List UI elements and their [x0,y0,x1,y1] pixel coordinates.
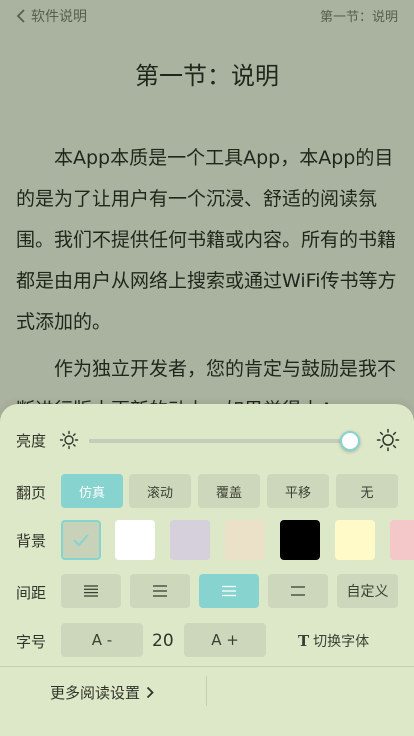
font-icon: T [298,632,310,650]
background-swatch-pink[interactable] [390,520,414,560]
brightness-slider-fill [89,439,349,443]
background-swatch-black[interactable] [280,520,320,560]
brightness-slider-thumb[interactable] [340,431,361,451]
font-size-value: 20 [152,631,174,651]
spacing-option-compact[interactable] [130,574,190,608]
spacing-label: 间距 [16,584,47,602]
background-swatch-green[interactable] [61,520,101,560]
switch-font-label: 切换字体 [313,634,370,650]
chevron-right-icon [146,686,154,699]
spacing-custom-button[interactable]: 自定义 [337,574,398,608]
chapter-content[interactable]: 本App本质是一个工具App，本App的目的是为了让用户有一个沉浸、舒适的阅读氛… [16,138,400,431]
background-row: 背景 [0,520,414,562]
page-turn-label: 翻页 [16,484,47,502]
page-turn-row: 翻页 仿真 滚动 覆盖 平移 无 [0,474,414,514]
more-settings-button[interactable]: 更多阅读设置 [50,682,154,703]
switch-font-button[interactable]: T 切换字体 [298,631,369,651]
background-swatch-parchment[interactable] [225,520,265,560]
spacing-loose-icon [291,586,305,596]
background-swatch-lavender[interactable] [170,520,210,560]
page-turn-option-none[interactable]: 无 [336,474,398,508]
font-increase-button[interactable]: A + [184,623,266,657]
more-settings-label: 更多阅读设置 [50,684,141,702]
page-turn-option-scroll[interactable]: 滚动 [129,474,191,508]
divider [206,676,207,706]
brightness-slider[interactable] [89,431,361,451]
brightness-low-icon [59,430,79,450]
check-icon [73,534,89,547]
chapter-name-header: 第一节：说明 [319,10,398,25]
top-bar: 软件说明 第一节：说明 [0,0,414,32]
font-size-label: 字号 [16,633,47,651]
back-button[interactable]: 软件说明 [16,6,87,26]
spacing-dense-icon [84,585,98,597]
spacing-option-loose[interactable] [268,574,328,608]
chapter-title: 第一节：说明 [135,62,279,90]
chevron-left-icon [16,9,25,23]
spacing-option-dense[interactable] [61,574,121,608]
settings-panel: 亮度 翻页 仿真 滚动 覆盖 平移 无 背景 间距 自定义 字号 A - 20 … [0,404,414,736]
brightness-row: 亮度 [0,420,414,460]
brightness-high-icon [376,428,400,452]
back-label: 软件说明 [31,9,87,25]
font-size-row: 字号 A - 20 A + T 切换字体 [0,623,414,663]
brightness-label: 亮度 [16,432,47,450]
background-swatch-yellow[interactable] [335,520,375,560]
paragraph: 本App本质是一个工具App，本App的目的是为了让用户有一个沉浸、舒适的阅读氛… [16,147,397,333]
page-turn-option-simulation[interactable]: 仿真 [61,474,123,508]
background-label: 背景 [16,532,47,550]
font-decrease-button[interactable]: A - [61,623,143,657]
page-turn-option-slide[interactable]: 平移 [267,474,329,508]
page-turn-option-cover[interactable]: 覆盖 [198,474,260,508]
background-swatch-white[interactable] [115,520,155,560]
spacing-option-normal[interactable] [199,574,259,608]
divider [0,666,414,667]
spacing-normal-icon [222,585,236,597]
spacing-compact-icon [153,585,167,597]
spacing-row: 间距 自定义 [0,574,414,614]
